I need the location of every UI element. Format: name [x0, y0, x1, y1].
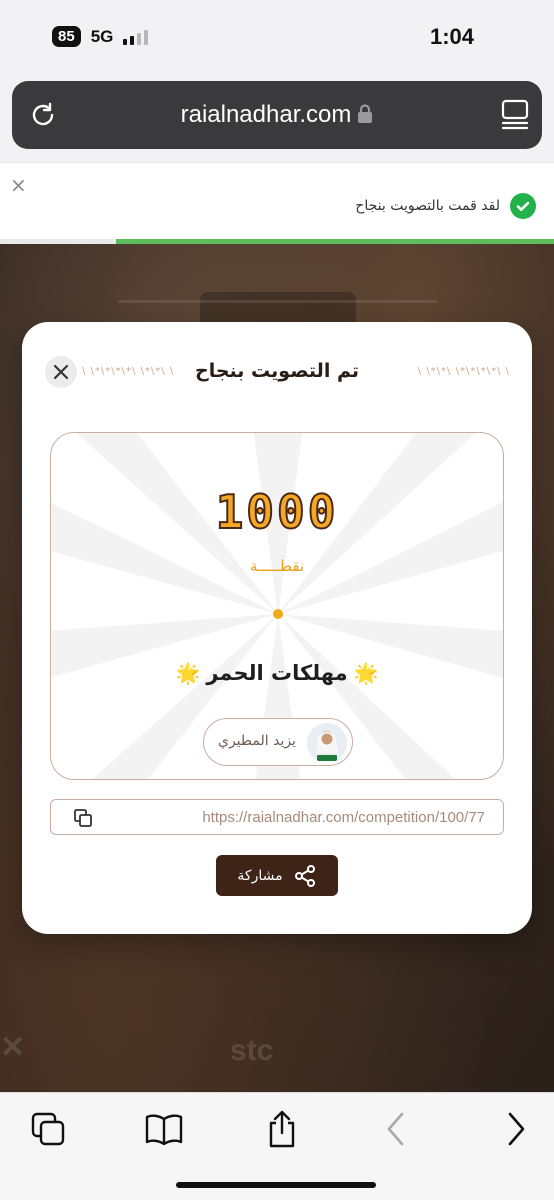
- clock: 1:04: [429, 24, 474, 49]
- url-text: raialnadhar.com: [180, 101, 352, 128]
- avatar: [307, 723, 347, 763]
- vote-success-modal: \ \*\*\*\*\ \*\*\ \ \ \*\*\ \*\*\*\*\ \ …: [22, 322, 532, 934]
- forward-icon: [508, 1112, 525, 1146]
- share-nodes-icon: [294, 864, 315, 887]
- network-type: 5G: [90, 26, 114, 46]
- check-icon: [510, 193, 536, 219]
- nominee-label: مهلكات الحمر: [206, 661, 348, 685]
- back-button[interactable]: [376, 1109, 416, 1149]
- tabs-button[interactable]: [28, 1109, 68, 1149]
- toast-close-button[interactable]: ×: [10, 173, 27, 197]
- browser-chrome: raialnadhar.com: [0, 76, 554, 162]
- modal-title: تم التصويت بنجاح: [195, 360, 359, 382]
- x-logo: ✕: [0, 1031, 26, 1064]
- voter-chip: يزيد المطيري: [203, 718, 353, 766]
- toast-message: لقد قمت بالتصويت بنجاح: [355, 198, 500, 214]
- address-bar[interactable]: raialnadhar.com: [12, 81, 542, 149]
- tabs-icon: [31, 1112, 65, 1146]
- points-card: 1000 نقطـــــة 🌟مهلكات الحمر🌟 يزيد المطي…: [50, 432, 504, 780]
- home-indicator: [176, 1182, 376, 1188]
- share-link-text: https://raialnadhar.com/competition/100/…: [202, 809, 485, 826]
- share-link-field[interactable]: https://raialnadhar.com/competition/100/…: [50, 799, 504, 835]
- bookmarks-icon: [145, 1114, 183, 1146]
- status-bar: 85 5G 1:04: [0, 0, 554, 76]
- url-display[interactable]: raialnadhar.com: [12, 101, 542, 129]
- browser-toolbar: [0, 1092, 554, 1200]
- nominee-name: 🌟مهلكات الحمر🌟: [51, 661, 503, 685]
- lock-icon: [358, 104, 373, 123]
- reader-icon[interactable]: [500, 99, 530, 131]
- signal-icon: [123, 29, 149, 45]
- points-label: نقطـــــة: [249, 557, 305, 575]
- battery-indicator: 85: [52, 26, 81, 47]
- share-page-button[interactable]: [262, 1109, 302, 1149]
- footer-links: [118, 300, 438, 303]
- stc-logo: stc: [230, 1034, 274, 1067]
- points-value: 1000: [215, 484, 339, 540]
- share-icon: [269, 1110, 295, 1148]
- bookmarks-button[interactable]: [144, 1109, 184, 1149]
- star-icon: 🌟: [353, 661, 379, 685]
- share-button[interactable]: مشاركة: [216, 855, 338, 896]
- back-icon: [387, 1112, 404, 1146]
- separator-dot: [273, 609, 283, 619]
- star-icon: 🌟: [175, 661, 201, 685]
- copy-icon[interactable]: [73, 808, 93, 828]
- voter-name: يزيد المطيري: [218, 733, 296, 749]
- forward-button[interactable]: [496, 1109, 536, 1149]
- success-toast: × لقد قمت بالتصويت بنجاح: [0, 162, 554, 244]
- share-button-label: مشاركة: [237, 867, 283, 884]
